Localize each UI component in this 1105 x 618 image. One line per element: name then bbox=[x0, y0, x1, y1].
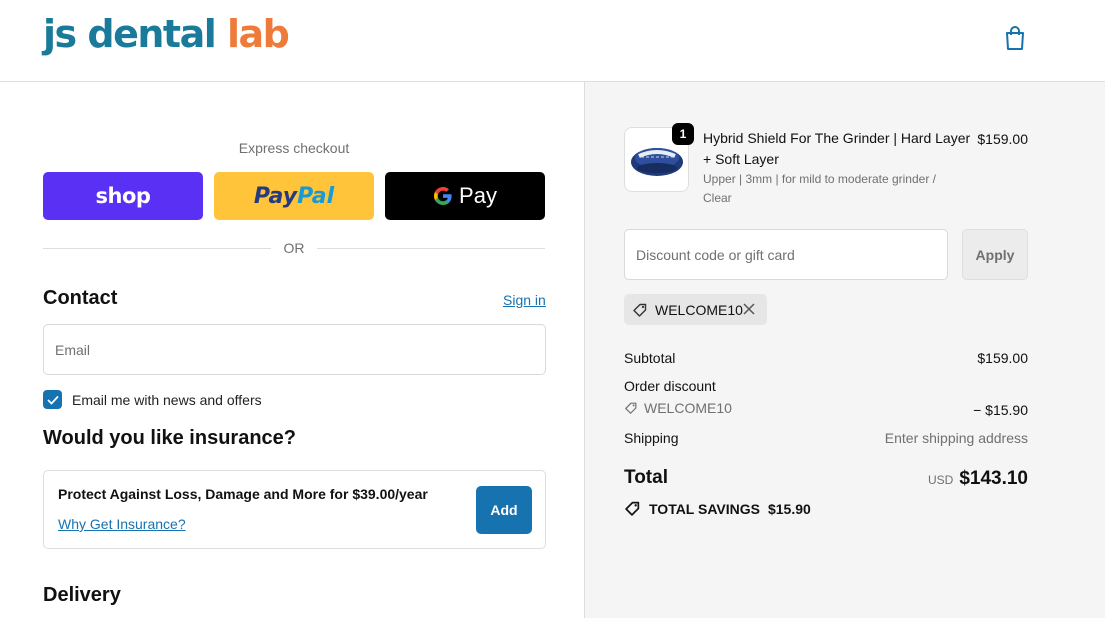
shop-pay-label: shop bbox=[95, 184, 151, 208]
insurance-heading: Would you like insurance? bbox=[43, 427, 297, 449]
shop-pay-button[interactable]: shop bbox=[43, 172, 203, 220]
newsletter-checkbox[interactable] bbox=[43, 390, 62, 409]
applied-discount-chip: WELCOME10 bbox=[624, 294, 767, 325]
sign-in-link[interactable]: Sign in bbox=[503, 292, 546, 308]
email-field[interactable] bbox=[43, 324, 546, 375]
total-value: USD $143.10 bbox=[828, 468, 1028, 490]
insurance-box: Protect Against Loss, Damage and More fo… bbox=[43, 470, 546, 549]
discount-code-field[interactable] bbox=[624, 229, 948, 280]
contact-heading: Contact bbox=[43, 287, 118, 309]
checkout-form: Express checkout shop PayPal Pay OR Cont… bbox=[0, 82, 584, 618]
why-insurance-link[interactable]: Why Get Insurance? bbox=[58, 516, 186, 532]
quantity-badge: 1 bbox=[672, 123, 694, 145]
logo[interactable]: js dental lab bbox=[43, 10, 290, 58]
product-variant: Upper | 3mm | for mild to moderate grind… bbox=[703, 172, 936, 205]
applied-discount-code: WELCOME10 bbox=[655, 301, 743, 318]
tag-icon bbox=[625, 501, 640, 516]
total-savings: TOTAL SAVINGS $15.90 bbox=[624, 500, 811, 517]
subtotal-value: $159.00 bbox=[977, 350, 1028, 366]
discount-code-text: WELCOME10 bbox=[644, 400, 732, 416]
paypal-button[interactable]: PayPal bbox=[214, 172, 374, 220]
order-discount-label: Order discount bbox=[624, 378, 716, 394]
tag-icon bbox=[633, 303, 647, 317]
order-summary: 1 Hybrid Shield For The Grinder | Hard L… bbox=[584, 82, 1105, 618]
insurance-text: Protect Against Loss, Damage and More fo… bbox=[58, 486, 428, 502]
checkmark-icon bbox=[46, 395, 59, 405]
paypal-logo: PayPal bbox=[253, 183, 335, 209]
total-label: Total bbox=[624, 467, 668, 488]
tag-icon bbox=[625, 402, 637, 414]
shipping-label: Shipping bbox=[624, 430, 679, 446]
shopping-bag-icon[interactable] bbox=[1002, 24, 1028, 52]
google-pay-label: Pay bbox=[459, 183, 497, 208]
newsletter-label: Email me with news and offers bbox=[72, 392, 262, 408]
express-checkout-title: Express checkout bbox=[238, 140, 350, 156]
or-label: OR bbox=[283, 240, 305, 256]
add-insurance-button[interactable]: Add bbox=[476, 486, 532, 534]
currency-code: USD bbox=[927, 473, 954, 487]
remove-discount-icon[interactable] bbox=[742, 302, 756, 321]
shipping-value: Enter shipping address bbox=[884, 430, 1028, 446]
delivery-heading: Delivery bbox=[43, 584, 121, 606]
subtotal-label: Subtotal bbox=[624, 350, 676, 366]
discount-code-row: WELCOME10 bbox=[624, 400, 732, 416]
product-name: Hybrid Shield For The Grinder | Hard Lay… bbox=[703, 130, 971, 167]
or-divider: OR bbox=[43, 240, 545, 258]
savings-value: $15.90 bbox=[767, 500, 811, 517]
apply-discount-button[interactable]: Apply bbox=[962, 229, 1028, 280]
google-g-icon bbox=[434, 187, 452, 205]
logo-text: js dental bbox=[43, 12, 227, 56]
product-price: $159.00 bbox=[977, 131, 1028, 147]
google-pay-button[interactable]: Pay bbox=[385, 172, 545, 220]
savings-label: TOTAL SAVINGS bbox=[649, 500, 760, 517]
total-amount: $143.10 bbox=[959, 468, 1028, 489]
header: js dental lab bbox=[0, 0, 1105, 82]
logo-accent-text: lab bbox=[226, 12, 290, 56]
discount-amount: − $15.90 bbox=[973, 402, 1028, 418]
